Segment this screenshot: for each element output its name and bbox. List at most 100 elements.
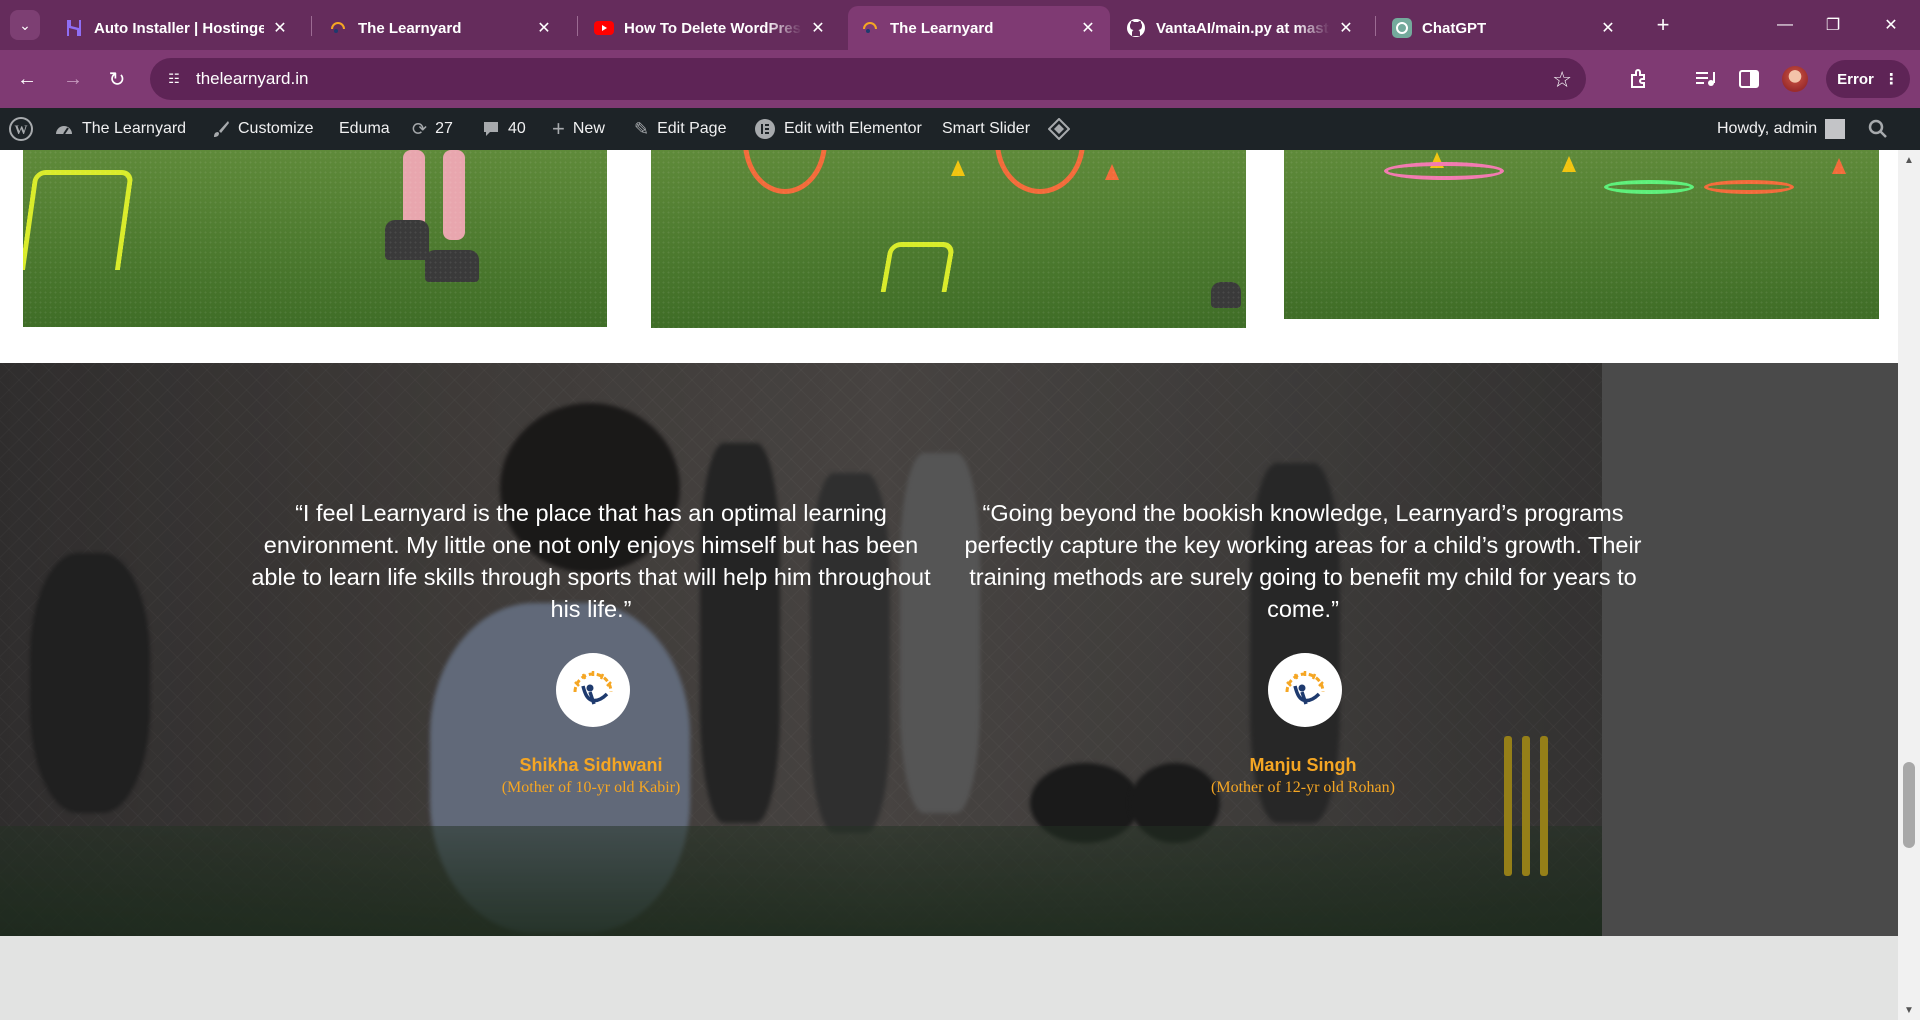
comments-link[interactable]: 40 — [482, 108, 526, 150]
close-icon[interactable]: ✕ — [808, 18, 828, 38]
theme-label: Eduma — [339, 120, 390, 137]
ring-shape — [995, 150, 1085, 194]
github-icon — [1126, 18, 1146, 38]
tab-separator — [311, 16, 312, 36]
testimonial-author-name: Manju Singh — [1249, 755, 1357, 775]
tab-learnyard-1[interactable]: The Learnyard ✕ — [316, 6, 566, 50]
reload-button[interactable]: ↻ — [102, 64, 132, 94]
bookmark-star-icon[interactable]: ☆ — [1552, 67, 1572, 93]
close-icon[interactable]: ✕ — [1336, 18, 1356, 38]
site-settings-icon[interactable]: ☷ — [164, 69, 184, 89]
photo-overlay — [0, 363, 1602, 936]
plus-icon: + — [1656, 12, 1670, 37]
tab-search-button[interactable]: ⌄ — [10, 10, 40, 40]
brush-icon — [212, 120, 230, 138]
close-icon[interactable]: ✕ — [1078, 18, 1098, 38]
site-name-label: The Learnyard — [82, 120, 187, 137]
shoe-shape — [1211, 282, 1241, 308]
url-text[interactable]: thelearnyard.in — [196, 69, 308, 89]
scroll-up-arrow-icon[interactable]: ▲ — [1903, 154, 1915, 166]
gallery-image-3[interactable] — [1284, 150, 1879, 319]
new-label: New — [572, 120, 605, 137]
testimonial-quote: “I feel Learnyard is the place that has … — [251, 500, 931, 622]
updates-icon: ⟳ — [412, 118, 428, 139]
back-button[interactable]: ← — [12, 64, 42, 94]
new-content-link[interactable]: + New — [552, 108, 605, 150]
comments-count: 40 — [508, 120, 526, 137]
search-icon — [1868, 119, 1888, 139]
tab-youtube[interactable]: How To Delete WordPress ✕ — [582, 6, 840, 50]
hurdle-shape — [23, 170, 135, 270]
tab-hostinger[interactable]: Auto Installer | Hostinger ✕ — [52, 6, 302, 50]
tab-learnyard-active[interactable]: The Learnyard ✕ — [848, 6, 1110, 50]
forward-button[interactable]: → — [58, 64, 88, 94]
gallery-image-2[interactable] — [651, 150, 1246, 328]
page-content: “I feel Learnyard is the place that has … — [0, 150, 1898, 1020]
cone-shape — [1832, 158, 1846, 174]
close-icon[interactable]: ✕ — [270, 18, 290, 38]
smart-slider-label: Smart Slider — [942, 120, 1031, 137]
smart-slider-diamond-icon — [1048, 118, 1071, 140]
updates-link[interactable]: ⟳ 27 — [412, 108, 453, 150]
tab-title: The Learnyard — [358, 19, 462, 37]
tab-title: Auto Installer | Hostinger — [94, 19, 264, 37]
new-tab-button[interactable]: + — [1650, 12, 1676, 38]
profile-avatar[interactable] — [1782, 66, 1808, 92]
learnyard-logo-icon — [556, 653, 630, 727]
minimize-button[interactable]: — — [1760, 8, 1810, 42]
edit-elementor-link[interactable]: Edit with Elementor — [754, 108, 922, 150]
ring-shape — [743, 150, 827, 194]
theme-link[interactable]: Eduma — [339, 108, 390, 150]
scroll-down-arrow-icon[interactable]: ▼ — [1903, 1004, 1915, 1016]
plus-icon: + — [552, 116, 565, 141]
extensions-icon[interactable] — [1624, 64, 1654, 94]
address-bar[interactable]: ☷ thelearnyard.in ☆ — [150, 58, 1586, 100]
tab-separator — [1375, 16, 1376, 36]
tab-github[interactable]: VantaAI/main.py at master ✕ — [1114, 6, 1368, 50]
testimonial-author-role: (Mother of 12-yr old Rohan) — [1211, 779, 1395, 796]
ring-shape — [1384, 162, 1504, 180]
updates-count: 27 — [435, 120, 453, 137]
tab-separator — [577, 16, 578, 36]
cone-shape — [1105, 164, 1119, 180]
edit-elementor-label: Edit with Elementor — [784, 120, 922, 137]
testimonial-author-role: (Mother of 10-yr old Kabir) — [501, 779, 681, 796]
smart-slider-link[interactable]: Smart Slider — [942, 108, 1071, 150]
tab-strip: ⌄ Auto Installer | Hostinger ✕ The Learn… — [0, 0, 1920, 50]
testimonials-section: “I feel Learnyard is the place that has … — [0, 363, 1898, 936]
site-name-link[interactable]: The Learnyard — [54, 108, 186, 150]
tab-title: ChatGPT — [1422, 19, 1487, 37]
ring-shape — [1704, 180, 1794, 194]
customize-label: Customize — [238, 120, 314, 137]
close-icon[interactable]: ✕ — [534, 18, 554, 38]
error-label: Error — [1837, 70, 1874, 88]
page-scrollbar[interactable]: ▲ ▼ — [1898, 150, 1920, 1020]
shoe-shape — [385, 220, 429, 260]
learnyard-icon — [860, 18, 880, 38]
cone-shape — [1430, 152, 1444, 168]
close-icon[interactable]: ✕ — [1598, 18, 1618, 38]
my-account-link[interactable]: Howdy, admin — [1717, 108, 1846, 150]
kebab-menu-icon: ⋮ — [1883, 71, 1899, 88]
leg-shape — [443, 150, 465, 240]
side-panel-icon[interactable] — [1734, 64, 1764, 94]
shoe-shape — [425, 250, 479, 282]
gallery-image-1[interactable] — [23, 150, 607, 327]
elementor-icon — [754, 118, 776, 140]
scrollbar-thumb[interactable] — [1903, 762, 1915, 848]
restore-icon: ❐ — [1825, 17, 1841, 34]
comment-bubble-icon — [482, 120, 500, 138]
restore-button[interactable]: ❐ — [1808, 8, 1858, 42]
wordpress-logo-button[interactable]: W — [8, 108, 34, 150]
testimonial-quote: “Going beyond the bookish knowledge, Lea… — [964, 500, 1642, 622]
error-menu-button[interactable]: Error ⋮ — [1826, 60, 1910, 98]
dashboard-gauge-icon — [54, 120, 74, 138]
customize-link[interactable]: Customize — [212, 108, 314, 150]
media-control-icon[interactable] — [1690, 64, 1720, 94]
tab-chatgpt[interactable]: ChatGPT ✕ — [1380, 6, 1630, 50]
arrow-left-icon: ← — [17, 67, 37, 90]
reload-icon: ↻ — [108, 68, 126, 91]
admin-search-button[interactable] — [1868, 108, 1888, 150]
close-window-button[interactable]: ✕ — [1866, 8, 1916, 42]
edit-page-link[interactable]: ✎ Edit Page — [634, 108, 726, 150]
